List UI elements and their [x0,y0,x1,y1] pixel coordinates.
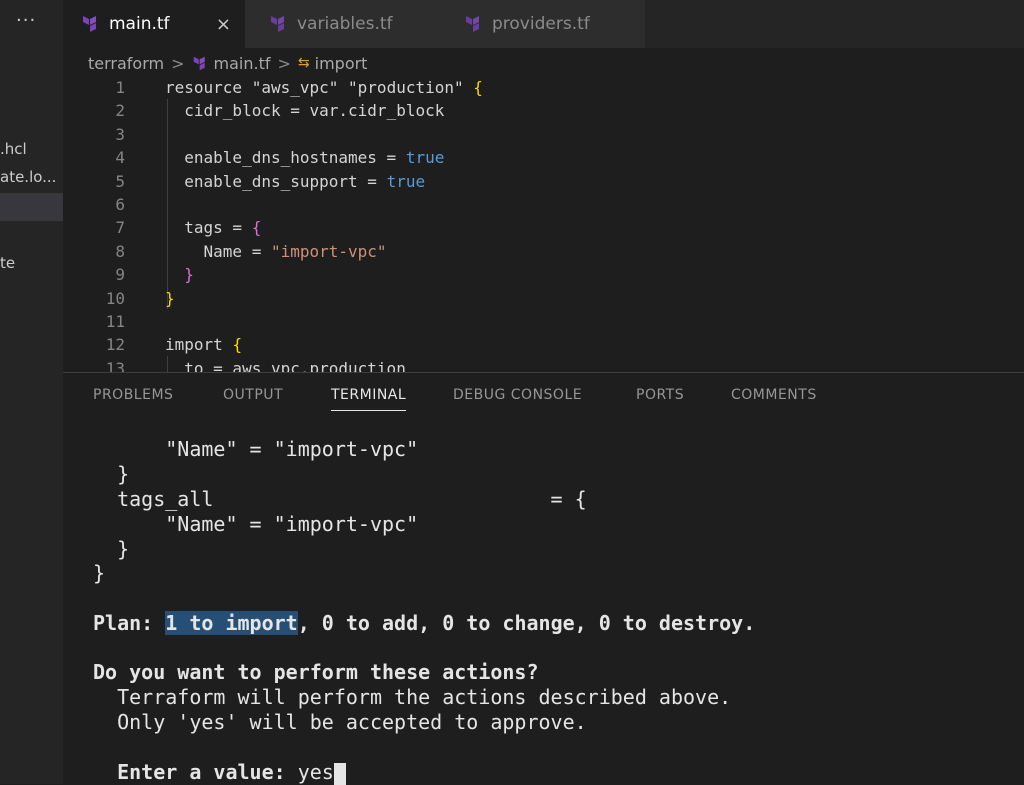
explorer-file-te[interactable]: te [0,254,15,272]
line-number: 3 [115,124,125,144]
confirm-question: Do you want to perform these actions? [93,660,539,684]
code-token: { [232,335,243,355]
code-token: resource [165,78,252,97]
breadcrumb: terraform > main.tf > ⇆ import [88,52,367,74]
line-number: 2 [115,101,125,121]
chevron-right-icon: > [171,53,185,73]
plan-prefix: Plan: [93,611,166,635]
breadcrumb-folder[interactable]: terraform [88,54,164,73]
plan-rest: , 0 to add, 0 to change, 0 to destroy. [297,611,756,635]
line-number: 5 [115,171,125,191]
code-text: cidr_block = var.cidr_block [165,99,444,122]
terminal-output[interactable]: "Name" = "import-vpc" } tags_all = { "Na… [63,373,1024,785]
close-tab-icon[interactable]: × [216,14,231,35]
terminal-line: "Name" = "import-vpc" [93,512,419,536]
code-token: } [165,288,175,308]
line-number: 9 [115,265,125,285]
code-token: "aws_vpc" "production" [251,78,474,97]
line-number: 7 [115,218,125,238]
code-token: { [473,78,483,97]
line-number: 1 [115,78,125,97]
plan-summary: Plan: 1 to import, 0 to add, 0 to change… [93,611,755,636]
code-text: import { [165,333,242,356]
code-token: import [165,335,233,355]
line-number: 13 [105,358,125,372]
code-token: { [251,218,262,238]
code-text: enable_dns_support = true [165,170,425,193]
code-token: "import-vpc" [270,241,387,261]
value-prompt: Enter a value: yes [93,760,346,785]
terminal-line: tags_all = { [93,487,587,511]
explorer-file-selected[interactable] [0,193,63,221]
symbol-struct-icon: ⇆ [297,55,310,71]
tab-main-tf[interactable]: main.tf × [63,0,245,48]
code-text: tags = { [165,216,261,239]
explorer-file-hcl[interactable]: .hcl [0,140,27,158]
code-token: Name = [165,241,271,261]
code-text: to = aws_vpc.production [165,357,406,372]
code-editor[interactable]: 1 resource "aws_vpc" "production" {2 cidr… [63,76,1024,372]
code-token: enable_dns_support = [165,171,387,191]
code-token: to = aws_vpc.production [165,358,406,372]
more-actions-icon[interactable]: ··· [16,10,36,31]
tab-label: variables.tf [297,14,393,34]
editor-tab-bar: main.tf × variables.tf providers.tf [63,0,1024,48]
code-token: enable_dns_hostnames = [165,148,406,168]
code-token: } [184,265,194,285]
line-number: 6 [115,195,125,214]
tab-label: providers.tf [492,14,590,34]
code-text: } [165,263,194,286]
tab-label: main.tf [109,14,170,34]
confirm-info: Only 'yes' will be accepted to approve. [93,710,587,734]
code-text: Name = "import-vpc" [165,240,387,263]
code-text: resource "aws_vpc" "production" { [165,76,483,99]
line-number: 12 [105,335,125,355]
explorer-file-state-lock[interactable]: ate.lo... [0,168,56,186]
code-token: true [386,171,426,191]
tab-variables-tf[interactable]: variables.tf [245,0,442,48]
code-token: true [405,148,445,168]
bottom-panel: PROBLEMS OUTPUT TERMINAL DEBUG CONSOLE P… [63,372,1024,785]
terminal-line: } [93,537,130,561]
chevron-right-icon: > [277,53,291,73]
terraform-icon [193,56,205,70]
breadcrumb-file[interactable]: main.tf [214,54,271,73]
terminal-cursor [333,762,346,785]
terminal-line: } [93,561,106,585]
code-token: tags = [165,218,252,238]
terraform-icon [466,16,479,32]
code-text: } [165,287,175,310]
terraform-icon [271,16,284,32]
code-token: cidr_block = var.cidr_block [165,101,445,121]
line-number: 11 [105,312,125,331]
terraform-icon [83,16,96,32]
tab-providers-tf[interactable]: providers.tf [442,0,645,48]
line-number: 4 [115,148,125,168]
breadcrumb-symbol[interactable]: import [315,54,368,73]
prompt-input[interactable]: yes [298,760,334,784]
terminal-line: } [93,462,130,486]
plan-highlight: 1 to import [165,611,298,635]
explorer-sidebar: ··· .hcl ate.lo... te [0,0,63,784]
line-number: 8 [115,241,125,261]
confirm-info: Terraform will perform the actions descr… [93,685,732,709]
terminal-line: "Name" = "import-vpc" [93,437,419,461]
prompt-label: Enter a value: [93,760,298,784]
line-number: 10 [105,288,125,308]
code-text: enable_dns_hostnames = true [165,146,444,169]
